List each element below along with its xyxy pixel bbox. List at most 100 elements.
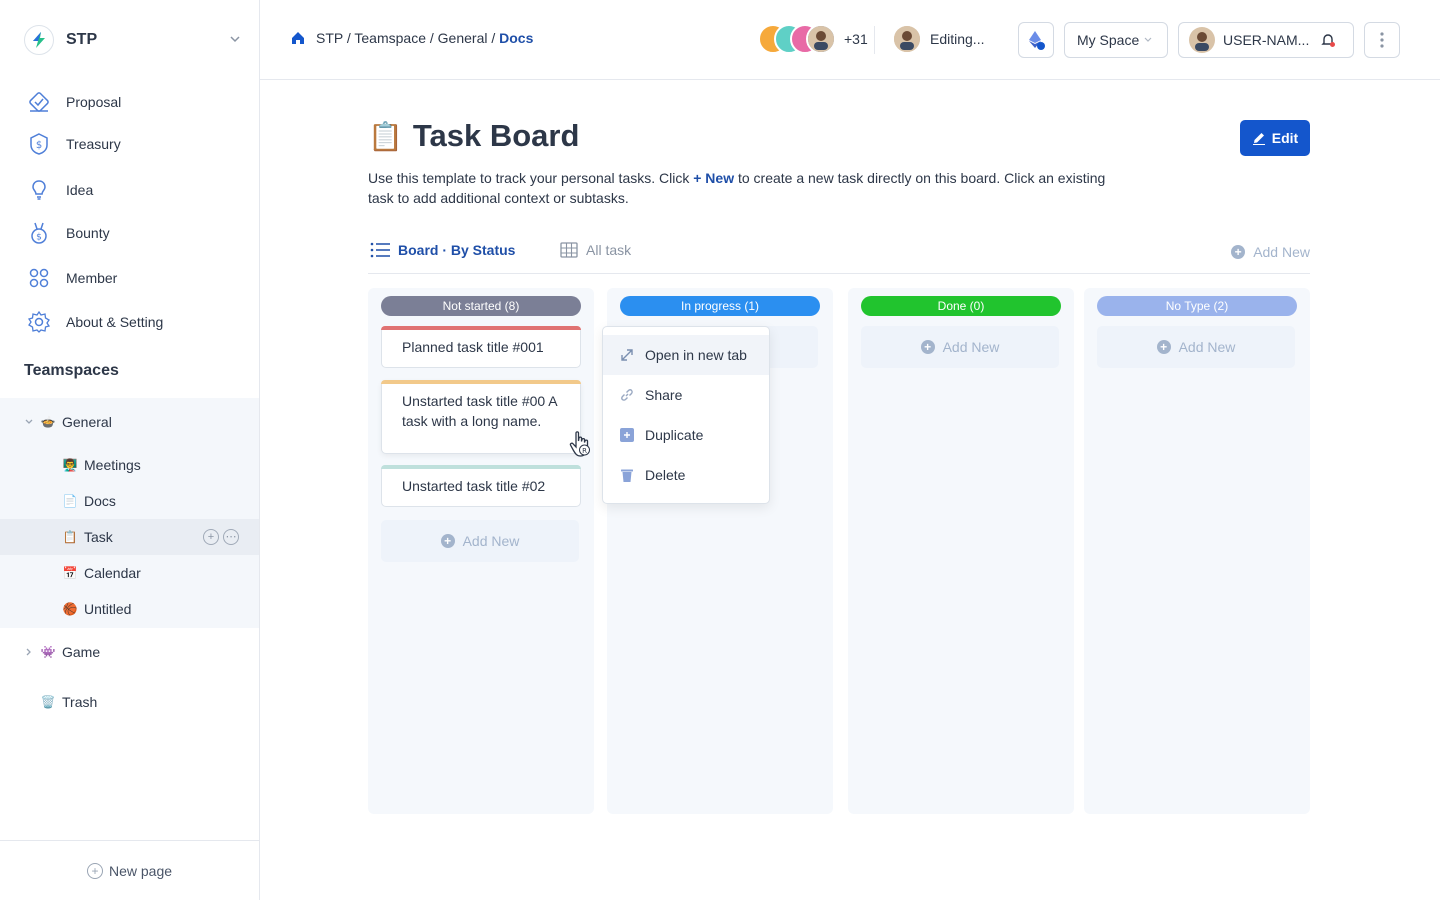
menu-item-share[interactable]: Share [603, 375, 769, 415]
tree-item-label: General [62, 414, 112, 430]
workspace-switcher[interactable]: STP [24, 24, 244, 56]
page-title-text[interactable]: Task Board [413, 118, 580, 154]
edit-button[interactable]: Edit [1240, 120, 1310, 156]
card-color-bar [381, 326, 581, 330]
menu-item-label: Delete [645, 467, 686, 483]
breadcrumb-current[interactable]: Docs [499, 30, 533, 46]
game-emoji-icon: 👾 [40, 645, 56, 659]
proposal-icon [24, 87, 54, 117]
editing-status: Editing... [892, 24, 984, 54]
collaborator-count: +31 [844, 31, 868, 47]
tab-label: Board · By Status [398, 242, 516, 258]
add-subpage-icon[interactable]: + [203, 529, 219, 545]
plus-circle-icon: + [1156, 340, 1171, 354]
view-tabs: Board · By Status All task + Add New [368, 238, 1310, 274]
column-header[interactable]: Not started (8) [381, 296, 581, 316]
board-column-no-type: No Type (2) + Add New [1084, 288, 1310, 814]
nav-item-idea[interactable]: Idea [24, 172, 244, 208]
task-card[interactable]: Unstarted task title #00 A task with a l… [381, 380, 581, 454]
tree-item-docs[interactable]: 📄 Docs [0, 483, 259, 519]
user-name: USER-NAM... [1223, 32, 1310, 48]
user-menu-button[interactable]: USER-NAM... [1178, 22, 1354, 58]
collaborator-avatars[interactable]: +31 [758, 24, 868, 54]
chevron-down-icon[interactable] [24, 417, 34, 427]
add-new-card-button[interactable]: + Add New [861, 326, 1059, 368]
tree-item-label: Task [84, 529, 113, 545]
tree-item-calendar[interactable]: 📅 Calendar [0, 555, 259, 591]
table-icon [560, 242, 578, 258]
tree-item-untitled[interactable]: 🏀 Untitled [0, 591, 259, 627]
tab-board-by-status[interactable]: Board · By Status [370, 242, 515, 258]
tree-item-game[interactable]: 👾 Game [0, 634, 259, 670]
bell-icon[interactable] [1319, 31, 1337, 49]
more-vertical-icon [1380, 32, 1384, 48]
new-page-label: New page [108, 862, 173, 879]
tree-item-actions: + ⋯ [203, 529, 239, 545]
lightbulb-icon [24, 175, 54, 205]
tree-item-task[interactable]: 📋 Task + ⋯ [0, 519, 259, 555]
add-new-card-button[interactable]: + Add New [381, 520, 579, 562]
plus-circle-icon: + [920, 340, 935, 354]
menu-item-delete[interactable]: Delete [603, 455, 769, 495]
tab-all-task[interactable]: All task [560, 242, 631, 258]
add-new-view-button[interactable]: + Add New [1231, 244, 1310, 260]
more-options-icon[interactable]: ⋯ [223, 529, 239, 545]
tree-item-trash[interactable]: 🗑️ Trash [0, 684, 259, 720]
workspace-name: STP [66, 31, 98, 48]
tab-label: All task [586, 242, 632, 258]
board-column-not-started: Not started (8) Planned task title #001 … [368, 288, 594, 814]
menu-item-duplicate[interactable]: Duplicate [603, 415, 769, 455]
tree-item-label: Untitled [84, 601, 132, 617]
add-new-label: Add New [1253, 244, 1310, 260]
editing-label: Editing... [930, 31, 985, 47]
calendar-emoji-icon: 📅 [62, 566, 78, 580]
column-header[interactable]: In progress (1) [620, 296, 820, 316]
nav-item-bounty[interactable]: $ Bounty [24, 215, 244, 251]
column-header[interactable]: No Type (2) [1097, 296, 1297, 316]
list-icon [370, 242, 390, 258]
nav-item-treasury[interactable]: $ Treasury [24, 126, 244, 162]
svg-text:R: R [582, 447, 587, 455]
avatar [1189, 27, 1215, 53]
space-selector[interactable]: My Space [1064, 22, 1168, 58]
edit-label: Edit [1271, 130, 1299, 146]
menu-item-open-in-new-tab[interactable]: Open in new tab [603, 335, 769, 375]
sidebar: STP Proposal $ Treasury Idea $ Bounty Me… [0, 0, 260, 900]
nav-item-about-setting[interactable]: About & Setting [24, 304, 244, 340]
chevron-right-icon[interactable] [24, 647, 34, 657]
tree-item-general[interactable]: 🍲 General [0, 404, 259, 440]
avatar [892, 24, 922, 54]
more-menu-button[interactable] [1364, 22, 1400, 58]
home-icon[interactable] [290, 30, 306, 46]
tree-item-label: Game [62, 644, 101, 660]
link-icon [621, 389, 633, 401]
tree-item-label: Docs [84, 493, 116, 509]
ethereum-icon [1029, 31, 1045, 50]
breadcrumb-path[interactable]: STP / Teamspace / General / [316, 30, 499, 46]
general-emoji-icon: 🍲 [40, 415, 56, 429]
card-color-bar [381, 465, 581, 469]
card-context-menu: Open in new tab Share Duplicate Delete [602, 326, 770, 504]
new-page-button[interactable]: + New page [0, 840, 259, 900]
nav-item-proposal[interactable]: Proposal [24, 84, 244, 120]
page-title: 📋 Task Board [368, 118, 579, 154]
network-button[interactable] [1018, 22, 1054, 58]
docs-emoji-icon: 📄 [62, 494, 78, 508]
page-emoji-icon[interactable]: 📋 [368, 120, 403, 153]
task-card[interactable]: Planned task title #001 [381, 326, 581, 368]
trash-icon [621, 469, 633, 482]
nav-item-member[interactable]: Member [24, 260, 244, 296]
card-title: Unstarted task title #02 [402, 478, 546, 494]
plus-circle-icon: + [1231, 245, 1246, 259]
tree-item-meetings[interactable]: 👨‍🏫 Meetings [0, 447, 259, 483]
column-header[interactable]: Done (0) [861, 296, 1061, 316]
nav-label: About & Setting [66, 314, 164, 330]
nav-label: Treasury [66, 136, 121, 152]
nav-label: Proposal [66, 94, 122, 110]
add-new-card-button[interactable]: + Add New [1097, 326, 1295, 368]
desc-text: Use this template to track your personal… [368, 170, 694, 186]
task-card[interactable]: Unstarted task title #02 [381, 465, 581, 507]
teamspaces-heading: Teamspaces [24, 362, 119, 379]
chevron-down-icon[interactable] [228, 32, 242, 46]
workspace-logo-icon [24, 25, 54, 55]
